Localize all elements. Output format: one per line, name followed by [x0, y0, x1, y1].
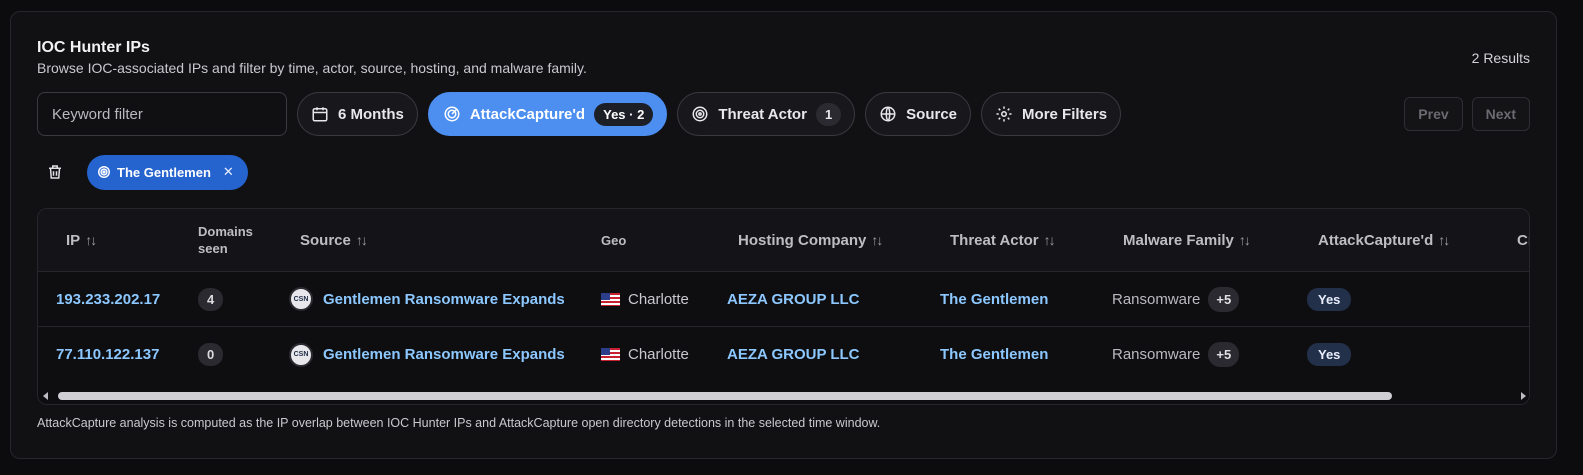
column-header-label: Cr	[1517, 231, 1529, 249]
source-label: Source	[906, 105, 958, 123]
keyword-filter-input[interactable]	[37, 92, 287, 136]
sort-icon: ↑↓	[85, 232, 97, 248]
filter-toolbar: 6 Months AttackCapture'd Yes · 2 Threat …	[37, 92, 1122, 136]
threat-actor-link[interactable]: The Gentlemen	[940, 346, 1048, 363]
globe-icon	[879, 105, 897, 123]
sort-icon: ↑↓	[1238, 232, 1251, 248]
column-header-label: Domains seen	[198, 224, 253, 256]
column-header-truncated: Cr	[1517, 209, 1529, 271]
column-header-ip[interactable]: IP ↑↓	[66, 209, 97, 271]
source-cell: CSN Gentlemen Ransomware Expands (	[289, 342, 564, 367]
more-filters-label: More Filters	[1022, 105, 1108, 123]
results-count: 2 Results	[1471, 50, 1530, 66]
domains-count: 4	[198, 287, 224, 311]
page-subtitle: Browse IOC-associated IPs and filter by …	[37, 60, 587, 76]
sort-icon: ↑↓	[1043, 232, 1056, 248]
column-header-label: IP	[66, 231, 81, 249]
hosting-link[interactable]: AEZA GROUP LLC	[727, 346, 860, 363]
source-logo: CSN	[289, 342, 313, 367]
attackcaptured-label: AttackCapture'd	[469, 105, 586, 123]
close-icon[interactable]: ✕	[223, 164, 234, 180]
footnote: AttackCapture analysis is computed as th…	[37, 416, 881, 430]
us-flag-icon	[601, 348, 620, 361]
column-header-label: Hosting Company	[738, 231, 867, 249]
ioc-table: IP ↑↓ Domains seen Source ↑↓ Geo Hosting…	[37, 208, 1530, 405]
column-header-source[interactable]: Source ↑↓	[300, 209, 368, 271]
source-filter-button[interactable]: Source	[865, 92, 972, 136]
column-header-label: Source	[300, 231, 351, 249]
active-filters: The Gentlemen ✕	[37, 154, 248, 190]
source-logo: CSN	[289, 287, 313, 311]
table-header-row: IP ↑↓ Domains seen Source ↑↓ Geo Hosting…	[38, 209, 1529, 272]
sort-icon: ↑↓	[355, 232, 368, 248]
sort-icon: ↑↓	[871, 232, 883, 248]
table-row: 193.233.202.17 4 CSN Gentlemen Ransomwar…	[38, 272, 1529, 327]
scroll-left-icon[interactable]	[43, 392, 48, 400]
chip-label: The Gentlemen	[117, 164, 211, 180]
source-link[interactable]: Gentlemen Ransomware Expands (	[323, 291, 564, 308]
ip-link[interactable]: 77.110.122.137	[56, 346, 159, 363]
scroll-right-icon[interactable]	[1521, 392, 1526, 400]
pagination: Prev Next	[1404, 97, 1530, 131]
scrollbar-thumb[interactable]	[58, 392, 1392, 400]
malware-family: Ransomware	[1112, 346, 1201, 363]
trash-icon	[46, 163, 64, 181]
column-header-label: Geo	[601, 232, 627, 248]
ioc-hunter-panel: IOC Hunter IPs Browse IOC-associated IPs…	[10, 11, 1557, 459]
us-flag-icon	[601, 292, 620, 306]
geo-city: Charlotte	[628, 290, 689, 308]
next-button[interactable]: Next	[1471, 97, 1530, 131]
horizontal-scrollbar[interactable]	[38, 388, 1529, 404]
source-cell: CSN Gentlemen Ransomware Expands (	[289, 287, 564, 311]
malware-family: Ransomware	[1112, 290, 1201, 308]
threat-actor-filter-button[interactable]: Threat Actor 1	[677, 92, 856, 136]
domains-count: 0	[198, 343, 224, 366]
column-header-label: Malware Family	[1123, 231, 1234, 249]
attackcaptured-filter-button[interactable]: AttackCapture'd Yes · 2	[427, 92, 668, 136]
threat-actor-link[interactable]: The Gentlemen	[940, 291, 1048, 308]
sort-icon: ↑↓	[1438, 232, 1450, 248]
threat-actor-label: Threat Actor	[718, 105, 807, 123]
threat-actor-badge: 1	[815, 102, 842, 126]
page-title: IOC Hunter IPs	[37, 39, 150, 56]
target-icon	[691, 105, 709, 123]
source-link[interactable]: Gentlemen Ransomware Expands (	[323, 346, 564, 363]
more-filters-button[interactable]: More Filters	[981, 92, 1122, 136]
prev-button[interactable]: Prev	[1404, 97, 1463, 131]
hosting-link[interactable]: AEZA GROUP LLC	[727, 291, 860, 308]
time-range-button[interactable]: 6 Months	[297, 92, 418, 136]
clear-filters-button[interactable]	[37, 154, 73, 190]
column-header-malware-family[interactable]: Malware Family ↑↓	[1123, 209, 1251, 271]
column-header-label: AttackCapture'd	[1318, 231, 1434, 249]
column-header-hosting[interactable]: Hosting Company ↑↓	[738, 209, 883, 271]
time-range-label: 6 Months	[338, 105, 404, 123]
radar-icon	[443, 105, 461, 123]
attackcaptured-badge: Yes · 2	[594, 102, 654, 126]
attackcaptured-badge: Yes	[1307, 343, 1352, 366]
column-header-threat-actor[interactable]: Threat Actor ↑↓	[950, 209, 1056, 271]
calendar-icon	[311, 105, 329, 123]
column-header-label: Threat Actor	[950, 231, 1039, 249]
ip-link[interactable]: 193.233.202.17	[56, 291, 160, 308]
malware-more-badge[interactable]: +5	[1208, 342, 1240, 367]
target-icon	[97, 165, 111, 179]
attackcaptured-badge: Yes	[1307, 287, 1352, 311]
table-row: 77.110.122.137 0 CSN Gentlemen Ransomwar…	[38, 327, 1529, 382]
column-header-geo: Geo	[601, 209, 626, 271]
geo-city: Charlotte	[628, 346, 689, 363]
column-header-domains: Domains seen	[198, 209, 268, 271]
column-header-attackcaptured[interactable]: AttackCapture'd ↑↓	[1318, 209, 1450, 271]
malware-more-badge[interactable]: +5	[1208, 286, 1240, 312]
active-filter-chip-threat-actor[interactable]: The Gentlemen ✕	[87, 154, 248, 190]
gear-icon	[995, 105, 1013, 123]
